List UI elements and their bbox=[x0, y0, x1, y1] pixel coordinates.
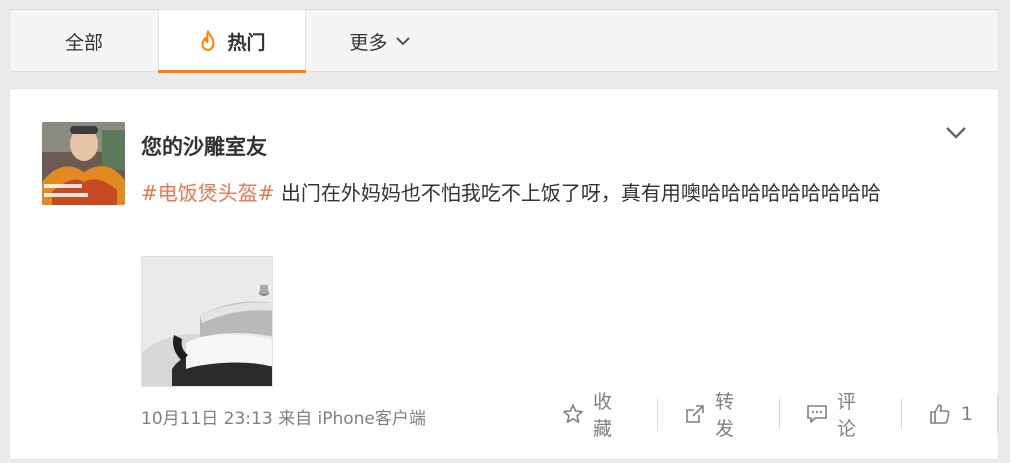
divider bbox=[997, 395, 998, 433]
post-body-text: 出门在外妈妈也不怕我吃不上饭了呀，真有用噢哈哈哈哈哈哈哈哈哈 bbox=[274, 181, 881, 205]
comment-label: 评论 bbox=[836, 391, 856, 440]
post-image-thumbnail[interactable] bbox=[141, 256, 273, 387]
divider bbox=[900, 399, 902, 429]
post-actions: 收藏 转发 评论 1 bbox=[558, 391, 998, 440]
share-arrow-icon bbox=[684, 403, 706, 425]
post-meta: 10月11日 23:13 来自 iPhone客户端 bbox=[141, 404, 426, 429]
avatar[interactable] bbox=[42, 122, 125, 205]
post-text: #电饭煲头盔# 出门在外妈妈也不怕我吃不上饭了呀，真有用噢哈哈哈哈哈哈哈哈哈 bbox=[141, 175, 971, 211]
like-button[interactable]: 1 bbox=[924, 393, 977, 435]
tab-more[interactable]: 更多 bbox=[306, 10, 454, 72]
feed-tab-bar: 全部 热门 更多 bbox=[9, 9, 999, 73]
comment-icon bbox=[806, 403, 828, 425]
chevron-down-icon[interactable] bbox=[944, 121, 968, 145]
comment-button[interactable]: 评论 bbox=[802, 391, 879, 440]
tab-all[interactable]: 全部 bbox=[10, 10, 158, 72]
username[interactable]: 您的沙雕室友 bbox=[141, 131, 267, 161]
post-card: 您的沙雕室友 #电饭煲头盔# 出门在外妈妈也不怕我吃不上饭了呀，真有用噢哈哈哈哈… bbox=[9, 88, 999, 460]
source-prefix: 来自 bbox=[278, 409, 313, 429]
post-source[interactable]: iPhone客户端 bbox=[317, 409, 425, 429]
like-count: 1 bbox=[960, 403, 973, 425]
tab-hot-label: 热门 bbox=[227, 31, 266, 54]
divider bbox=[656, 399, 658, 429]
hashtag-link[interactable]: #电饭煲头盔# bbox=[141, 181, 275, 205]
favorite-button[interactable]: 收藏 bbox=[558, 391, 635, 440]
tab-more-label: 更多 bbox=[349, 31, 388, 54]
divider bbox=[778, 399, 780, 429]
tab-all-label: 全部 bbox=[64, 31, 103, 54]
star-icon bbox=[562, 403, 584, 425]
repost-button[interactable]: 转发 bbox=[680, 391, 757, 440]
thumbs-up-icon bbox=[928, 402, 952, 426]
post-timestamp[interactable]: 10月11日 23:13 bbox=[141, 409, 273, 429]
favorite-label: 收藏 bbox=[593, 391, 613, 440]
tab-hot[interactable]: 热门 bbox=[158, 10, 306, 73]
repost-label: 转发 bbox=[714, 391, 734, 440]
chevron-down-icon bbox=[395, 35, 411, 47]
fire-icon bbox=[198, 30, 218, 52]
